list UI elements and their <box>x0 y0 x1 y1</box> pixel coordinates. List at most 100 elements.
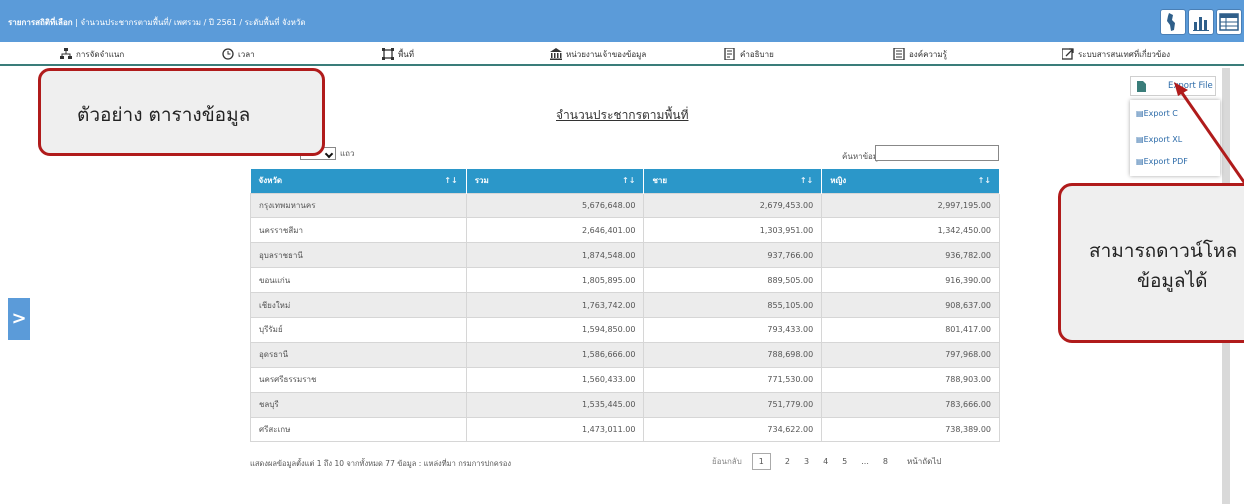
breadcrumb-title: รายการสถิติที่เลือก | จำนวนประชากรตามพื้… <box>8 16 306 29</box>
value-cell: 5,676,648.00 <box>465 192 645 219</box>
menu-description[interactable]: คำอธิบาย <box>724 47 774 61</box>
table-row: เชียงใหม่ 1,763,742.00 855,105.00 908,637.0… <box>250 292 1000 318</box>
app-root: รายการสถิติที่เลือก | จำนวนประชากรตามพื้… <box>0 0 1244 504</box>
data-table: จังหวัด ↑↓ รวม ↑↓ ชาย ↑↓ หญิง ↑↓ กรุงเทพมหาน… <box>250 169 1000 443</box>
menu-time[interactable]: เวลา <box>222 47 255 61</box>
link-icon <box>1062 48 1074 60</box>
page-button[interactable]: 5 <box>842 457 847 466</box>
value-cell: 2,646,401.00 <box>465 217 645 244</box>
document-icon <box>724 48 735 60</box>
building-icon <box>550 48 562 60</box>
menu-knowledge[interactable]: องค์ความรู้ <box>893 47 947 61</box>
sort-icon: ↑↓ <box>799 176 814 185</box>
value-cell: 2,679,453.00 <box>643 192 823 219</box>
callout-text: ตัวอย่าง ตารางข้อมูล <box>77 104 251 126</box>
menu-data-owner[interactable]: หน่วยงานเจ้าของข้อมูล <box>550 47 646 61</box>
province-cell: อุดรธานี <box>250 341 467 368</box>
file-icon <box>1137 80 1146 92</box>
value-cell: 855,105.00 <box>643 292 823 318</box>
page-button[interactable]: 4 <box>823 457 828 466</box>
sort-icon: ↑↓ <box>622 176 636 185</box>
area-icon <box>382 48 394 60</box>
column-header-female[interactable]: หญิง ↑↓ <box>821 169 1000 193</box>
value-cell: 751,779.00 <box>643 391 823 418</box>
value-cell: 783,666.00 <box>821 391 1000 418</box>
menu-classification-label: การจัดจำแนก <box>76 49 125 59</box>
next-page-button[interactable]: หน้าถัดไป <box>907 455 941 468</box>
value-cell: 1,535,445.00 <box>465 391 645 418</box>
value-cell: 889,505.00 <box>643 267 823 294</box>
value-cell: 1,303,951.00 <box>643 217 823 244</box>
side-panel-toggle[interactable]: > <box>8 298 30 340</box>
province-cell: อุบลราชธานี <box>250 242 467 269</box>
pagination: ย้อนกลับ 1 2 3 4 5 ... 8 หน้าถัดไป <box>712 453 941 470</box>
menu-data-owner-label: หน่วยงานเจ้าของข้อมูล <box>566 49 647 59</box>
table-body: กรุงเทพมหานคร 5,676,648.00 2,679,453.00 2,9… <box>250 192 1000 443</box>
column-header-male[interactable]: ชาย ↑↓ <box>643 169 823 193</box>
table-row: ขอนแก่น 1,805,895.00 889,505.00 916,390.00 <box>250 267 1000 294</box>
province-cell: กรุงเทพมหานคร <box>250 192 467 219</box>
value-cell: 936,782.00 <box>821 242 1000 269</box>
table-view-icon[interactable] <box>1216 9 1242 35</box>
value-cell: 1,874,548.00 <box>465 242 645 269</box>
page-ellipsis: ... <box>861 457 869 466</box>
value-cell: 937,766.00 <box>643 242 823 269</box>
value-cell: 1,560,433.00 <box>465 366 645 393</box>
value-cell: 734,622.00 <box>643 416 823 443</box>
province-cell: เชียงใหม่ <box>250 292 467 318</box>
value-cell: 1,586,666.00 <box>465 341 645 368</box>
value-cell: 788,903.00 <box>821 366 1000 393</box>
province-cell: นครราชสีมา <box>250 217 467 244</box>
value-cell: 1,342,450.00 <box>821 217 1000 244</box>
menu-related-systems-label: ระบบสารสนเทศที่เกี่ยวข้อง <box>1078 49 1171 59</box>
column-header-province[interactable]: จังหวัด ↑↓ <box>250 169 467 193</box>
value-cell: 771,530.00 <box>643 366 823 393</box>
value-cell: 916,390.00 <box>821 267 1000 294</box>
menu-bar: การจัดจำแนก เวลา พื้นที่ หน่วยงานเจ้าของ… <box>0 42 1244 66</box>
menu-area-label: พื้นที่ <box>398 49 415 59</box>
page-button[interactable]: 1 <box>751 453 771 470</box>
column-header-label: จังหวัด <box>258 176 283 186</box>
column-header-label: หญิง <box>830 176 847 186</box>
callout-text: ข้อมูลได้ <box>1137 270 1208 292</box>
selected-statistic-path: | จำนวนประชากรตามพื้นที่/ เพศรวม / ปี 25… <box>72 18 306 27</box>
selected-statistic-label: รายการสถิติที่เลือก <box>8 18 73 27</box>
menu-related-systems[interactable]: ระบบสารสนเทศที่เกี่ยวข้อง <box>1062 47 1170 61</box>
value-cell: 1,473,011.00 <box>465 416 645 443</box>
menu-time-label: เวลา <box>238 49 255 59</box>
callout-arrow <box>1174 82 1244 185</box>
column-header-label: รวม <box>474 176 489 186</box>
page-button[interactable]: 2 <box>785 457 790 466</box>
callout-download: สามารถดาวน์โหล ข้อมูลได้ <box>1058 183 1244 343</box>
entries-suffix: แถว <box>340 149 355 158</box>
prev-page-button[interactable]: ย้อนกลับ <box>712 455 742 468</box>
chevron-right-icon: > <box>11 308 27 329</box>
value-cell: 908,637.00 <box>821 292 1000 318</box>
top-bar: รายการสถิติที่เลือก | จำนวนประชากรตามพื้… <box>0 0 1244 42</box>
map-view-icon[interactable] <box>1160 9 1186 35</box>
value-cell: 738,389.00 <box>821 416 1000 443</box>
report-title: จำนวนประชากรตามพื้นที่ <box>556 108 689 122</box>
page-button[interactable]: 3 <box>804 457 809 466</box>
table-row: นครราชสีมา 2,646,401.00 1,303,951.00 1,342,… <box>250 217 1000 244</box>
callout-table-example: ตัวอย่าง ตารางข้อมูล <box>38 68 325 156</box>
value-cell: 1,594,850.00 <box>465 316 645 343</box>
menu-classification[interactable]: การจัดจำแนก <box>60 47 124 61</box>
sort-icon: ↑↓ <box>977 176 991 185</box>
menu-description-label: คำอธิบาย <box>740 49 774 59</box>
province-cell: บุรีรัมย์ <box>250 316 467 343</box>
page-button[interactable]: 8 <box>883 457 888 466</box>
province-cell: ศรีสะเกษ <box>250 416 467 443</box>
search-input[interactable] <box>875 145 999 161</box>
table-row: นครศรีธรรมราช 1,560,433.00 771,530.00 788,9… <box>250 366 1000 393</box>
value-cell: 2,997,195.00 <box>821 192 1000 219</box>
province-cell: นครศรีธรรมราช <box>250 366 467 393</box>
province-cell: ขอนแก่น <box>250 267 467 294</box>
chart-view-icon[interactable] <box>1188 9 1214 35</box>
column-header-total[interactable]: รวม ↑↓ <box>466 169 645 193</box>
table-info: แสดงผลข้อมูลตั้งแต่ 1 ถึง 10 จากทั้งหมด … <box>250 459 512 468</box>
table-row: อุดรธานี 1,586,666.00 788,698.00 797,968.00 <box>250 341 1000 368</box>
value-cell: 793,433.00 <box>643 316 823 343</box>
menu-area[interactable]: พื้นที่ <box>382 47 414 61</box>
value-cell: 1,763,742.00 <box>465 292 645 318</box>
